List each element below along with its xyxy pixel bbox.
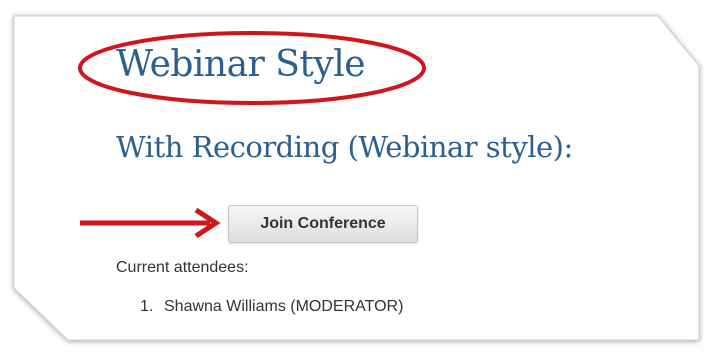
section-heading: With Recording (Webinar style): bbox=[116, 130, 573, 164]
attendee-number: 1. bbox=[140, 298, 154, 315]
attendees-label: Current attendees: bbox=[116, 259, 249, 276]
list-item: 1. Shawna Williams (MODERATOR) bbox=[140, 298, 403, 316]
attendee-name: Shawna Williams (MODERATOR) bbox=[164, 298, 404, 315]
attendee-list: 1. Shawna Williams (MODERATOR) bbox=[140, 298, 403, 316]
page-title: Webinar Style bbox=[116, 44, 366, 85]
join-conference-button[interactable]: Join Conference bbox=[228, 205, 418, 243]
